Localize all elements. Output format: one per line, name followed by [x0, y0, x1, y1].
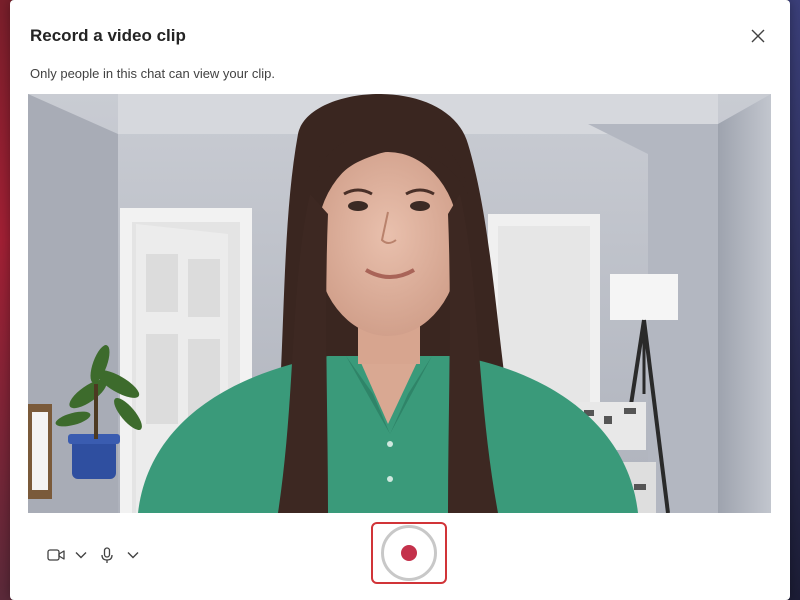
camera-toggle-button[interactable]	[44, 544, 68, 566]
close-button[interactable]	[744, 22, 772, 50]
microphone-icon	[101, 546, 113, 563]
camera-options-button[interactable]	[70, 544, 92, 566]
microphone-toggle-button[interactable]	[96, 544, 118, 566]
record-button[interactable]	[371, 522, 447, 584]
camera-preview	[28, 94, 771, 513]
record-video-dialog: Record a video clip Only people in this …	[10, 0, 790, 600]
microphone-options-button[interactable]	[122, 544, 144, 566]
chevron-down-icon	[127, 552, 139, 559]
record-icon	[401, 545, 417, 561]
camera-preview-image	[28, 94, 771, 513]
record-button-ring	[381, 525, 437, 581]
close-icon	[751, 29, 765, 43]
dialog-title: Record a video clip	[30, 26, 186, 45]
recording-toolbar	[28, 520, 771, 590]
chevron-down-icon	[75, 552, 87, 559]
camera-icon	[47, 549, 65, 561]
dialog-subtitle: Only people in this chat can view your c…	[30, 66, 275, 81]
